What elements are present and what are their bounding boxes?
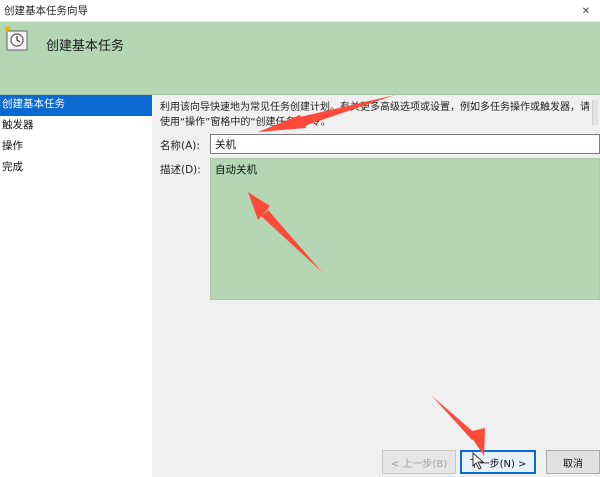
name-label: 名称(A): — [160, 140, 200, 152]
name-field[interactable] — [210, 134, 600, 154]
window-title: 创建基本任务向导 — [4, 5, 88, 17]
back-button[interactable]: < 上一步(B) — [382, 450, 456, 474]
next-button[interactable]: 下一步(N) > — [460, 450, 536, 474]
cancel-button[interactable]: 取消 — [546, 450, 600, 474]
task-scheduler-icon — [4, 26, 28, 51]
wizard-header: 创建基本任务 — [0, 22, 600, 95]
title-bar: 创建基本任务向导 ✕ — [0, 0, 600, 22]
wizard-content: 利用该向导快速地为常见任务创建计划。有关更多高级选项或设置，例如多任务操作或触发… — [152, 95, 600, 477]
wizard-steps: 创建基本任务 触发器 操作 完成 — [0, 95, 152, 477]
description-field[interactable]: 自动关机 — [210, 158, 600, 300]
intro-text: 利用该向导快速地为常见任务创建计划。有关更多高级选项或设置，例如多任务操作或触发… — [160, 102, 590, 128]
step-action[interactable]: 操作 — [0, 137, 152, 158]
step-trigger[interactable]: 触发器 — [0, 116, 152, 137]
step-finish[interactable]: 完成 — [0, 158, 152, 179]
description-label: 描述(D): — [160, 164, 201, 176]
page-heading: 创建基本任务 — [46, 39, 125, 54]
intro-scrollbar[interactable] — [592, 100, 598, 125]
close-button[interactable]: ✕ — [572, 0, 600, 22]
step-create-basic-task[interactable]: 创建基本任务 — [0, 95, 152, 116]
